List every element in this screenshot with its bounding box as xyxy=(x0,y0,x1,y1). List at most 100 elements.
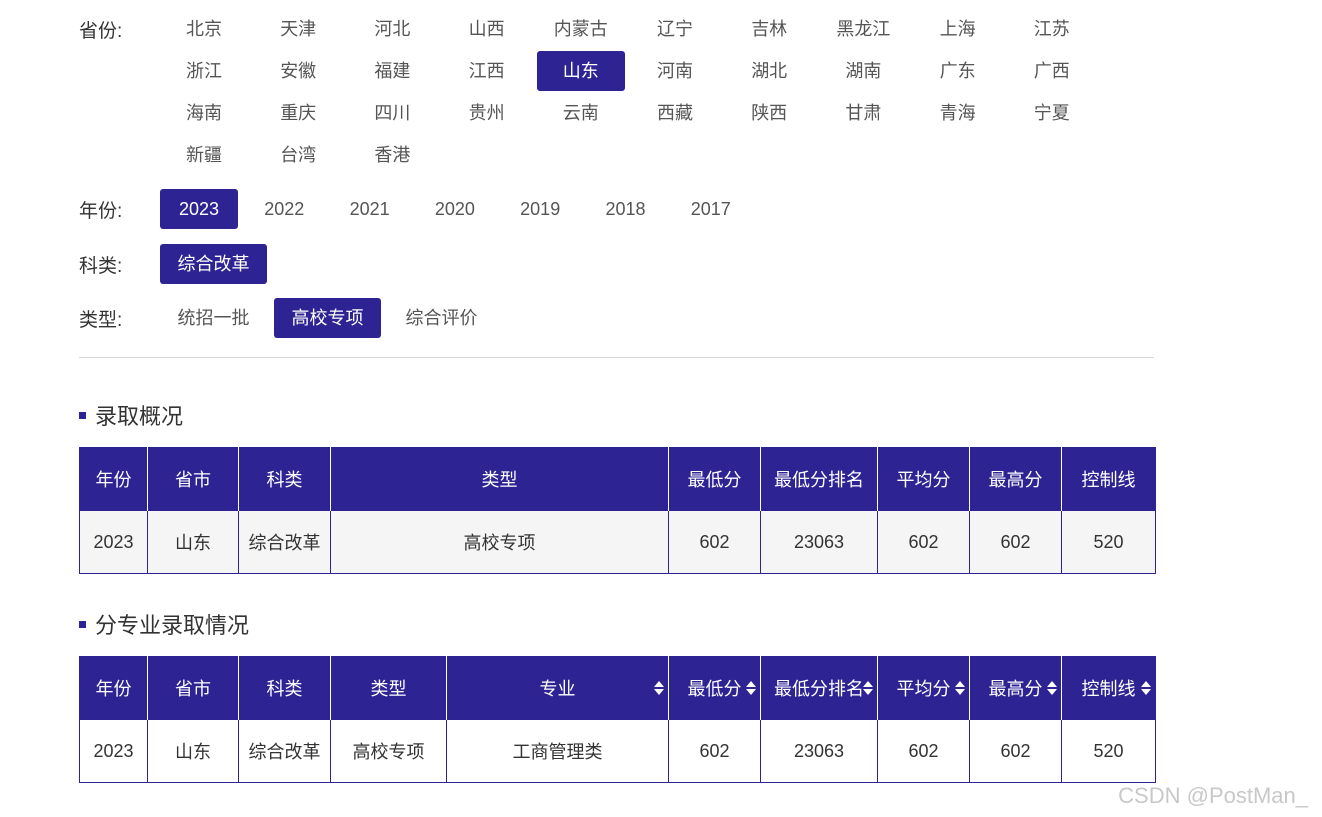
year-option[interactable]: 2022 xyxy=(245,189,323,229)
province-option[interactable]: 江苏 xyxy=(1008,9,1096,49)
province-option[interactable]: 福建 xyxy=(348,51,436,91)
subject-option[interactable]: 综合改革 xyxy=(160,244,267,284)
table-cell: 综合改革 xyxy=(238,510,331,574)
province-option[interactable]: 台湾 xyxy=(254,135,342,175)
province-option[interactable]: 河南 xyxy=(631,51,719,91)
table-cell: 602 xyxy=(668,510,761,574)
column-header[interactable]: 最低分排名 xyxy=(760,656,878,720)
table-cell: 2023 xyxy=(79,510,148,574)
year-filter-label: 年份: xyxy=(79,201,123,222)
column-header-label: 最低分 xyxy=(687,679,742,699)
type-filter-label: 类型: xyxy=(79,310,123,331)
province-option[interactable]: 吉林 xyxy=(725,9,813,49)
column-header-label: 类型 xyxy=(481,470,518,490)
year-option[interactable]: 2017 xyxy=(672,189,750,229)
province-option[interactable]: 陕西 xyxy=(725,93,813,133)
province-option[interactable]: 贵州 xyxy=(443,93,531,133)
sort-icon[interactable] xyxy=(746,681,756,695)
province-option[interactable]: 西藏 xyxy=(631,93,719,133)
province-option[interactable]: 新疆 xyxy=(160,135,248,175)
column-header-label: 控制线 xyxy=(1081,470,1136,490)
province-option[interactable]: 青海 xyxy=(914,93,1002,133)
province-option[interactable]: 湖南 xyxy=(819,51,907,91)
table-cell: 602 xyxy=(969,719,1062,783)
section-marker-icon xyxy=(79,620,86,628)
province-option[interactable]: 重庆 xyxy=(254,93,342,133)
province-option[interactable]: 甘肃 xyxy=(819,93,907,133)
type-option[interactable]: 综合评价 xyxy=(388,298,495,338)
column-header: 省市 xyxy=(147,656,239,720)
province-option[interactable]: 云南 xyxy=(537,93,625,133)
table-cell: 山东 xyxy=(147,510,239,574)
column-header: 省市 xyxy=(147,447,239,511)
province-option[interactable]: 浙江 xyxy=(160,51,248,91)
province-option[interactable]: 海南 xyxy=(160,93,248,133)
column-header-label: 平均分 xyxy=(896,679,951,699)
column-header: 平均分 xyxy=(877,447,970,511)
column-header: 类型 xyxy=(330,656,447,720)
year-option[interactable]: 2020 xyxy=(416,189,494,229)
column-header[interactable]: 最高分 xyxy=(969,656,1062,720)
sort-icon[interactable] xyxy=(955,681,965,695)
year-option[interactable]: 2021 xyxy=(331,189,409,229)
province-option[interactable]: 黑龙江 xyxy=(819,9,907,49)
type-option[interactable]: 高校专项 xyxy=(274,298,381,338)
column-header: 年份 xyxy=(79,656,148,720)
province-option[interactable]: 广东 xyxy=(914,51,1002,91)
column-header-label: 专业 xyxy=(539,679,576,699)
province-option[interactable]: 江西 xyxy=(443,51,531,91)
table-cell: 520 xyxy=(1061,719,1156,783)
watermark: CSDN @PostMan_ xyxy=(1118,783,1308,808)
province-option[interactable]: 上海 xyxy=(914,9,1002,49)
table-cell: 2023 xyxy=(79,719,148,783)
column-header[interactable]: 最低分 xyxy=(668,656,761,720)
table-cell: 520 xyxy=(1061,510,1156,574)
province-option[interactable]: 香港 xyxy=(348,135,436,175)
summary-section-title: 录取概况 xyxy=(79,399,183,431)
sort-icon[interactable] xyxy=(654,681,664,695)
province-option[interactable]: 宁夏 xyxy=(1008,93,1096,133)
column-header: 年份 xyxy=(79,447,148,511)
column-header: 控制线 xyxy=(1061,447,1156,511)
type-option[interactable]: 统招一批 xyxy=(160,298,267,338)
section-marker-icon xyxy=(79,411,86,419)
sort-icon[interactable] xyxy=(1047,681,1057,695)
summary-title-text: 录取概况 xyxy=(95,404,184,429)
column-header[interactable]: 专业 xyxy=(446,656,669,720)
column-header[interactable]: 控制线 xyxy=(1061,656,1156,720)
table-cell: 602 xyxy=(877,719,970,783)
year-option[interactable]: 2019 xyxy=(501,189,579,229)
province-option[interactable]: 辽宁 xyxy=(631,9,719,49)
province-option[interactable]: 山西 xyxy=(443,9,531,49)
filter-divider xyxy=(79,357,1154,358)
table-cell: 综合改革 xyxy=(238,719,331,783)
sort-icon[interactable] xyxy=(863,681,873,695)
major-section-title: 分专业录取情况 xyxy=(79,608,249,640)
table-row: 2023 山东 综合改革 高校专项 工商管理类 602 23063 602 602 520 xyxy=(79,719,1156,783)
province-option[interactable]: 山东 xyxy=(536,51,625,91)
column-header-label: 科类 xyxy=(266,470,303,490)
column-header-label: 科类 xyxy=(266,679,303,699)
province-option[interactable]: 北京 xyxy=(160,9,248,49)
summary-table: 年份 省市 科类 类型 最低分 最低分排名 平均分 最高分 控制线 2023 山东 综合改革 高校专项… xyxy=(79,447,1156,574)
year-option[interactable]: 2023 xyxy=(160,189,238,229)
province-option[interactable]: 四川 xyxy=(348,93,436,133)
province-option[interactable]: 广西 xyxy=(1008,51,1096,91)
province-option[interactable]: 河北 xyxy=(348,9,436,49)
subject-filter-label: 科类: xyxy=(79,256,123,277)
table-cell: 工商管理类 xyxy=(446,719,669,783)
column-header-label: 控制线 xyxy=(1081,679,1136,699)
province-option[interactable]: 内蒙古 xyxy=(537,9,625,49)
column-header[interactable]: 平均分 xyxy=(877,656,970,720)
table-cell: 23063 xyxy=(760,719,878,783)
table-cell: 602 xyxy=(877,510,970,574)
column-header: 科类 xyxy=(238,656,331,720)
province-option[interactable]: 天津 xyxy=(254,9,342,49)
sort-icon[interactable] xyxy=(1141,681,1151,695)
column-header-label: 最低分 xyxy=(687,470,742,490)
year-option[interactable]: 2018 xyxy=(587,189,665,229)
province-option[interactable]: 安徽 xyxy=(254,51,342,91)
column-header-label: 省市 xyxy=(175,679,211,699)
province-option[interactable]: 湖北 xyxy=(725,51,813,91)
table-row: 2023 山东 综合改革 高校专项 602 23063 602 602 520 xyxy=(79,510,1156,574)
